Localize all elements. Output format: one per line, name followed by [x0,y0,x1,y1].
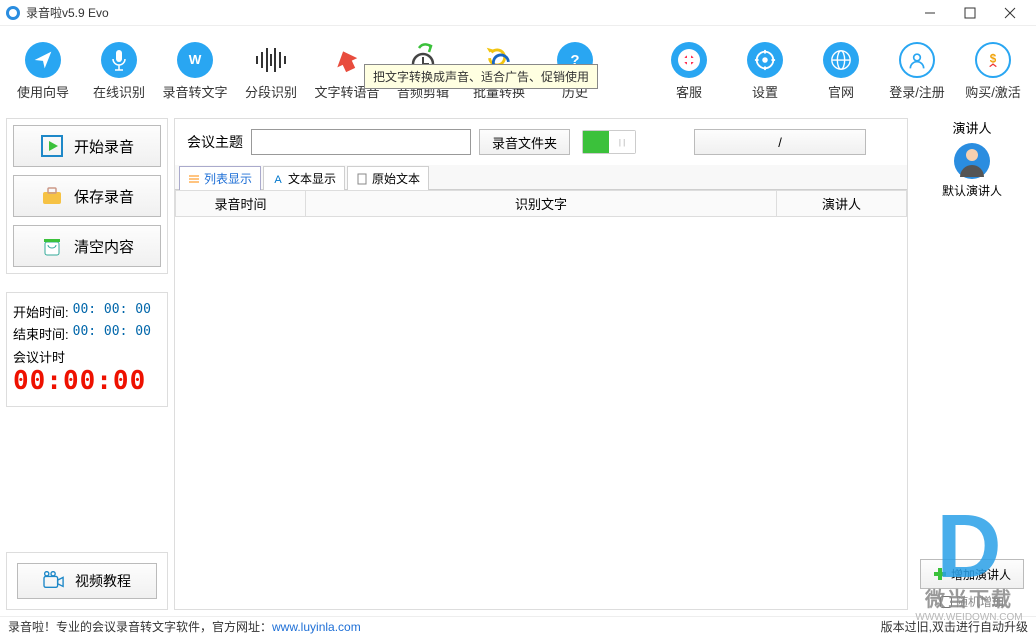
minimize-button[interactable] [910,1,950,25]
speaker-name: 默认演讲人 [942,182,1002,199]
add-speaker-button[interactable]: 增加演讲人 [920,559,1024,589]
video-tutorial-button[interactable]: 视频教程 [17,563,157,599]
status-version-warning[interactable]: 版本过旧,双击进行自动升级 [881,618,1028,635]
toolbar-guide[interactable]: 使用向导 [10,42,76,101]
toggle-switch[interactable]: | | [582,130,636,154]
toolbar-label: 购买/激活 [965,82,1021,101]
end-time-label: 结束时间: [13,324,69,343]
path-display[interactable]: / [694,129,866,155]
button-label: 视频教程 [75,571,131,591]
button-label: 开始录音 [74,136,134,157]
maximize-button[interactable] [950,1,990,25]
random-checkbox-input[interactable] [940,596,952,608]
toolbar-segment[interactable]: 分段识别 [238,42,304,101]
status-text: 录音啦！专业的会议录音转文字软件，官方网址： [8,618,272,635]
button-label: 保存录音 [74,186,134,207]
window-title: 录音啦v5.9 Evo [26,4,109,21]
recording-folder-button[interactable]: 录音文件夹 [479,129,570,155]
doc-icon [356,173,368,185]
toolbar-label: 录音转文字 [162,82,227,101]
start-time-value: 00: 00: 00 [73,302,151,321]
clear-content-button[interactable]: 清空内容 [13,225,161,267]
toolbar-label: 设置 [752,82,778,101]
play-icon [40,134,64,158]
toolbar-online-recognition[interactable]: 在线识别 [86,42,152,101]
speakers-header: 演讲人 [952,118,991,137]
tooltip: 把文字转换成声音、适合广告、促销使用 [364,64,598,89]
tab-raw-text[interactable]: 原始文本 [347,166,429,190]
video-icon [43,571,65,591]
topic-input[interactable] [251,129,471,155]
toolbar-label: 客服 [676,82,702,101]
briefcase-icon [40,184,64,208]
toolbar-label: 在线识别 [93,82,145,101]
column-recording-time[interactable]: 录音时间 [176,191,306,217]
column-recognized-text[interactable]: 识别文字 [306,191,777,217]
svg-text:W: W [189,52,202,67]
tab-list-view[interactable]: 列表显示 [179,166,261,190]
close-button[interactable] [990,1,1030,25]
button-label: 清空内容 [74,236,134,257]
toolbar-label: 分段识别 [245,82,297,101]
button-label: 增加演讲人 [951,566,1011,583]
column-speaker[interactable]: 演讲人 [777,191,907,217]
tab-label: 文本显示 [288,170,336,187]
topic-label: 会议主题 [187,132,243,152]
tab-label: 原始文本 [372,170,420,187]
svg-text:$: $ [990,52,997,65]
tab-text-view[interactable]: A 文本显示 [263,166,345,190]
toolbar-rec-to-text[interactable]: W 录音转文字 [162,42,228,101]
checkbox-label: 随机增加 [956,593,1004,610]
toolbar-buy[interactable]: $ 购买/激活 [960,42,1026,101]
toolbar-label: 使用向导 [17,82,69,101]
trash-icon [40,234,64,258]
toolbar-label: 登录/注册 [889,82,945,101]
plus-icon [933,567,947,581]
tab-label: 列表显示 [204,170,252,187]
timer-value: 00:00:00 [13,366,161,396]
random-add-checkbox[interactable]: 随机增加 [940,593,1004,610]
end-time-value: 00: 00: 00 [73,324,151,343]
status-url[interactable]: www.luyinla.com [272,620,361,634]
avatar-icon [954,143,990,179]
toolbar-website[interactable]: 官网 [808,42,874,101]
timer-label: 会议计时 [13,347,161,366]
toolbar-login[interactable]: 登录/注册 [884,42,950,101]
toolbar-label: 官网 [828,82,854,101]
save-recording-button[interactable]: 保存录音 [13,175,161,217]
toolbar-settings[interactable]: 设置 [732,42,798,101]
list-icon [188,173,200,185]
text-icon: A [272,173,284,185]
toolbar-service[interactable]: 客服 [656,42,722,101]
results-table: 录音时间 识别文字 演讲人 [175,190,907,217]
svg-text:A: A [274,174,282,185]
start-time-label: 开始时间: [13,302,69,321]
default-speaker[interactable]: 默认演讲人 [937,143,1007,199]
app-icon [6,6,20,20]
start-recording-button[interactable]: 开始录音 [13,125,161,167]
